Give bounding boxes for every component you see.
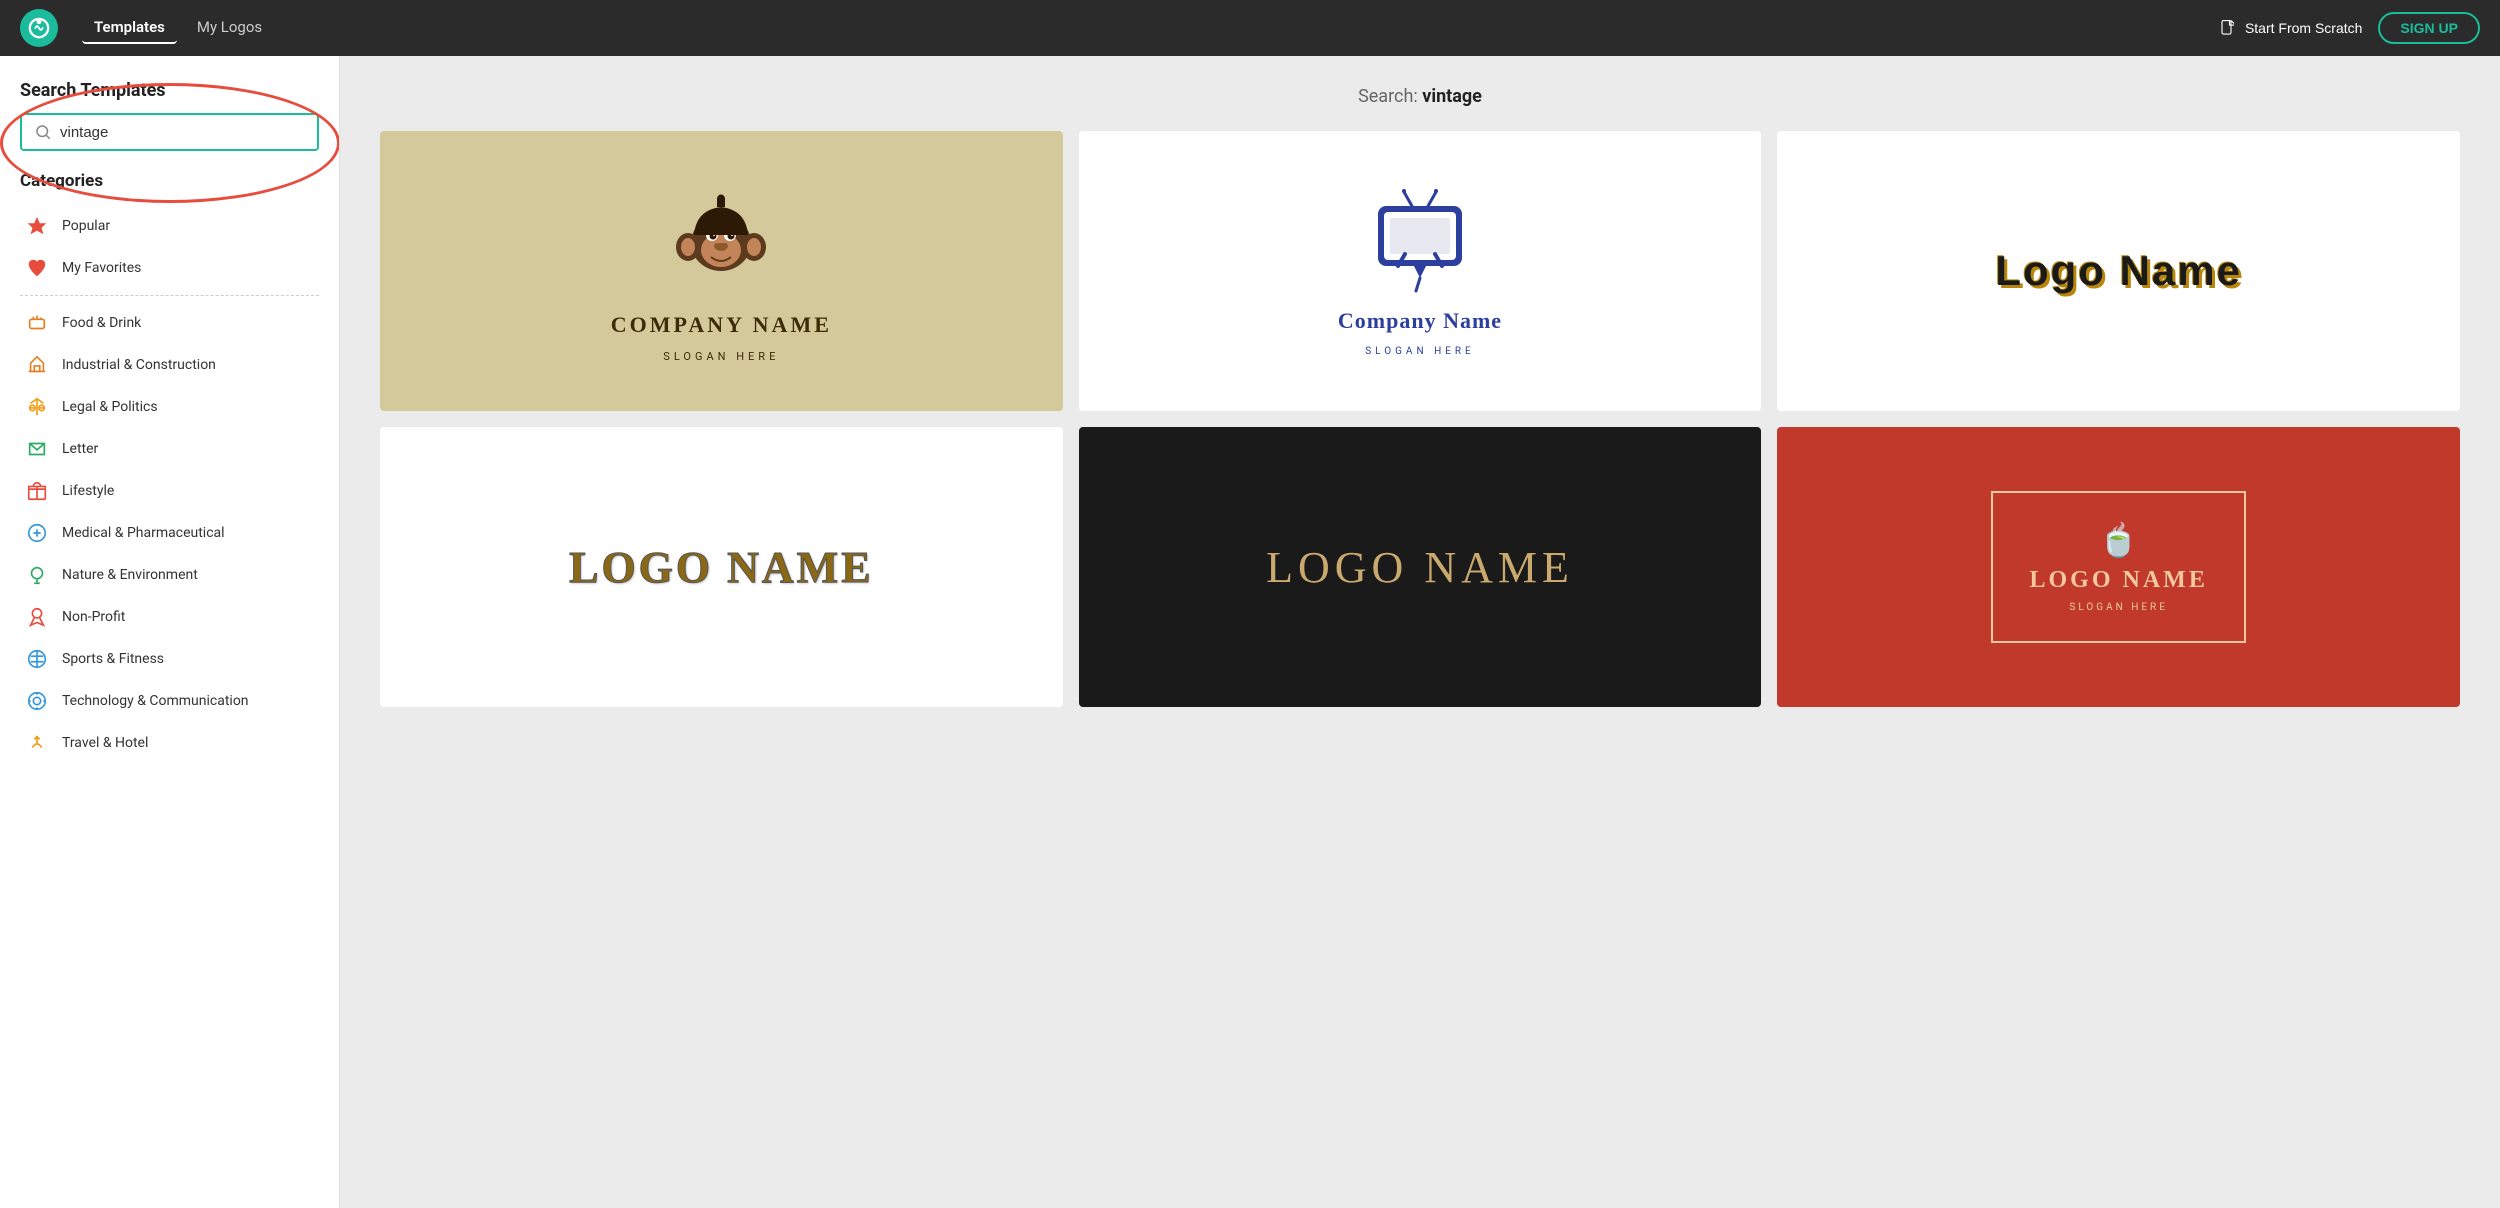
logo-name-text: Logo Name [1995,247,2242,295]
sidebar-item-nature[interactable]: Nature & Environment [20,554,319,596]
sidebar-item-letter[interactable]: Letter [20,428,319,470]
monkey-svg [666,185,776,295]
bowl-icon: 🍵 [2099,521,2139,559]
category-label: Non-Profit [62,609,125,625]
app-logo[interactable] [20,9,58,47]
card-company-name: Company Name [1338,308,1502,334]
sidebar-item-technology[interactable]: Technology & Communication [20,680,319,722]
search-box-wrapper [20,113,319,151]
category-label: Popular [62,218,110,234]
heart-icon [24,255,50,281]
tech-icon [24,688,50,714]
medical-icon [24,520,50,546]
categories-title: Categories [20,171,319,191]
search-input-wrap [20,113,319,151]
nature-icon [24,562,50,588]
search-heading: Search: vintage [380,86,2460,107]
letter-icon [24,436,50,462]
logo-name-western: LOGO NAME [569,542,873,593]
search-input[interactable] [60,124,305,141]
star-icon [24,213,50,239]
category-label: Technology & Communication [62,693,249,709]
search-icon [34,123,52,141]
scales-icon [24,394,50,420]
gift-icon [24,478,50,504]
tv-svg [1370,186,1470,296]
start-from-scratch-button[interactable]: Start From Scratch [2219,19,2362,37]
category-label: My Favorites [62,260,141,276]
category-label: Letter [62,441,98,457]
category-label: Legal & Politics [62,399,158,415]
nav-templates[interactable]: Templates [82,12,177,44]
card-company-name: COMPANY NAME [611,312,832,338]
sidebar-item-legal[interactable]: Legal & Politics [20,386,319,428]
card-slogan: SLOGAN HERE [1365,346,1475,357]
category-label: Sports & Fitness [62,651,164,667]
main-layout: Search Templates Categories Popular [0,56,2500,1208]
search-term: vintage [1422,86,1482,107]
document-icon [2219,19,2237,37]
sidebar-item-favorites[interactable]: My Favorites [20,247,319,289]
template-card-logored[interactable]: 🍵 LOGO NAME SLOGAN HERE [1777,427,2460,707]
monkey-logo: COMPANY NAME SLOGAN HERE [611,180,832,363]
sports-icon [24,646,50,672]
category-label: Industrial & Construction [62,357,216,373]
category-label: Medical & Pharmaceutical [62,525,225,541]
template-card-monkey[interactable]: COMPANY NAME SLOGAN HERE [380,131,1063,411]
sidebar-item-lifestyle[interactable]: Lifestyle [20,470,319,512]
sidebar-item-sports[interactable]: Sports & Fitness [20,638,319,680]
card-slogan: SLOGAN HERE [663,350,779,363]
red-card-border: 🍵 LOGO NAME SLOGAN HERE [1991,491,2245,643]
card-slogan-red: SLOGAN HERE [2069,602,2168,613]
search-label: Search Templates [20,80,319,101]
template-card-logoblack[interactable]: Logo Name [1777,131,2460,411]
category-label: Food & Drink [62,315,141,331]
template-card-logowestern[interactable]: LOGO NAME [380,427,1063,707]
top-navigation: Templates My Logos Start From Scratch SI… [0,0,2500,56]
nav-right: Start From Scratch SIGN UP [2219,12,2480,44]
template-card-tv[interactable]: Company Name SLOGAN HERE [1079,131,1762,411]
ribbon-icon [24,604,50,630]
tv-logo: Company Name SLOGAN HERE [1338,186,1502,357]
template-card-logodark[interactable]: LOGO NAME [1079,427,1762,707]
travel-icon [24,730,50,756]
sidebar-item-medical[interactable]: Medical & Pharmaceutical [20,512,319,554]
logo-name-red: LOGO NAME [2029,567,2207,594]
category-label: Lifestyle [62,483,114,499]
category-label: Travel & Hotel [62,735,148,751]
nav-links: Templates My Logos [82,12,2195,44]
sidebar: Search Templates Categories Popular [0,56,340,1208]
sidebar-item-travel[interactable]: Travel & Hotel [20,722,319,764]
sidebar-item-food[interactable]: Food & Drink [20,302,319,344]
signup-button[interactable]: SIGN UP [2378,12,2480,44]
food-icon [24,310,50,336]
template-grid: COMPANY NAME SLOGAN HERE [380,131,2460,707]
sidebar-item-industrial[interactable]: Industrial & Construction [20,344,319,386]
construction-icon [24,352,50,378]
nav-my-logos[interactable]: My Logos [185,12,274,44]
main-content: Search: vintage [340,56,2500,1208]
sidebar-item-popular[interactable]: Popular [20,205,319,247]
monkey-illustration [661,180,781,300]
sidebar-item-nonprofit[interactable]: Non-Profit [20,596,319,638]
category-label: Nature & Environment [62,567,198,583]
logo-name-dark: LOGO NAME [1266,542,1574,593]
